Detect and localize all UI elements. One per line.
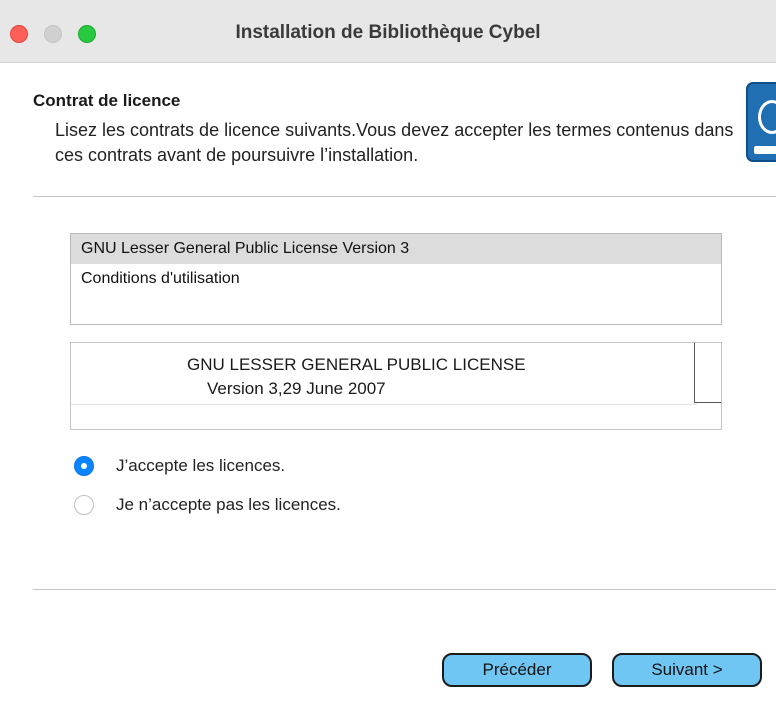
title-bar: Installation de Bibliothèque Cybel bbox=[0, 0, 776, 63]
license-list[interactable]: GNU Lesser General Public License Versio… bbox=[70, 233, 722, 325]
license-text-line: Version 3,29 June 2007 bbox=[207, 379, 386, 398]
accept-radio[interactable] bbox=[74, 456, 94, 476]
installer-content: Contrat de licence Lisez les contrats de… bbox=[0, 63, 776, 709]
window-title: Installation de Bibliothèque Cybel bbox=[235, 22, 541, 43]
next-button[interactable]: Suivant > bbox=[612, 653, 762, 687]
accept-radio-label[interactable]: J’accepte les licences. bbox=[116, 456, 285, 476]
horizontal-scrollbar[interactable] bbox=[71, 404, 697, 429]
footer-separator bbox=[33, 589, 776, 590]
license-list-item[interactable]: Conditions d'utilisation bbox=[71, 264, 721, 294]
book-icon bbox=[746, 82, 776, 162]
decline-license-option[interactable]: Je n’accepte pas les licences. bbox=[74, 493, 341, 517]
decline-radio-label[interactable]: Je n’accepte pas les licences. bbox=[116, 495, 341, 515]
vertical-scrollbar[interactable] bbox=[694, 343, 721, 403]
page-description: Lisez les contrats de licence suivants.V… bbox=[55, 120, 734, 165]
previous-button[interactable]: Précéder bbox=[442, 653, 592, 687]
accept-license-option[interactable]: J’accepte les licences. bbox=[74, 454, 285, 478]
license-text-line: GNU LESSER GENERAL PUBLIC LICENSE bbox=[187, 355, 526, 374]
decline-radio[interactable] bbox=[74, 495, 94, 515]
header-separator bbox=[33, 196, 776, 197]
license-text-area[interactable]: GNU LESSER GENERAL PUBLIC LICENSE Versio… bbox=[70, 342, 722, 430]
license-list-item[interactable]: GNU Lesser General Public License Versio… bbox=[71, 234, 721, 264]
page-title: Contrat de licence bbox=[33, 91, 181, 110]
